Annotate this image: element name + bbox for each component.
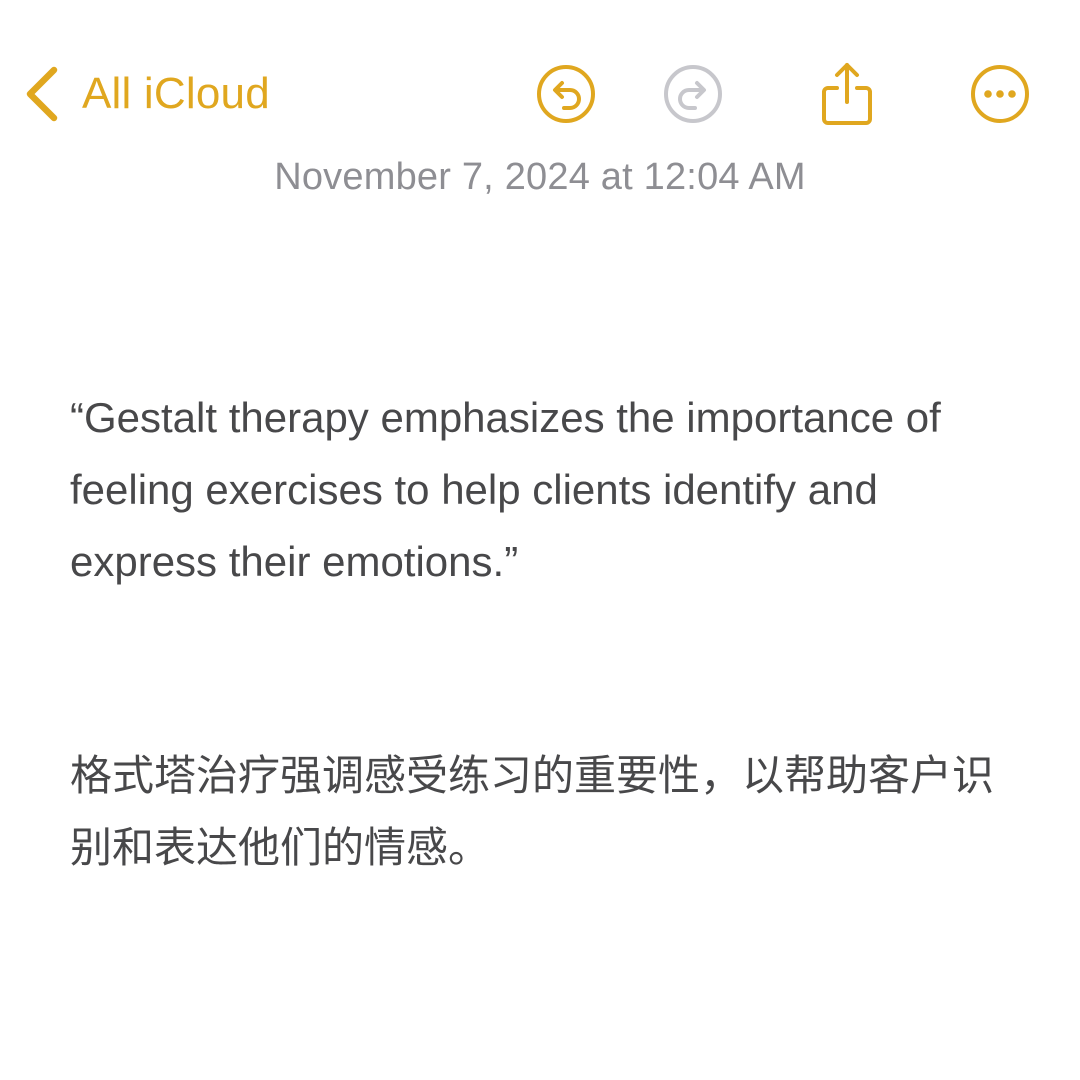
redo-button[interactable]	[661, 62, 725, 126]
chevron-left-icon	[26, 66, 58, 122]
share-button[interactable]	[815, 62, 879, 126]
note-paragraph-english: “Gestalt therapy emphasizes the importan…	[70, 394, 953, 585]
back-label: All iCloud	[82, 69, 270, 118]
ellipsis-circle-icon	[971, 65, 1029, 123]
note-paragraph-chinese: 格式塔治疗强调感受练习的重要性，以帮助客户识别和表达他们的情感。	[70, 751, 995, 872]
share-icon	[822, 63, 872, 125]
back-button[interactable]: All iCloud	[22, 62, 270, 126]
undo-button[interactable]	[534, 62, 598, 126]
note-body[interactable]: “Gestalt therapy emphasizes the importan…	[70, 382, 1020, 872]
undo-icon	[537, 65, 595, 123]
note-toolbar: All iCloud November 7, 2024 at 12:04 AM	[0, 0, 1080, 198]
more-button[interactable]	[968, 62, 1032, 126]
note-timestamp: November 7, 2024 at 12:04 AM	[274, 156, 806, 198]
redo-icon	[664, 65, 722, 123]
